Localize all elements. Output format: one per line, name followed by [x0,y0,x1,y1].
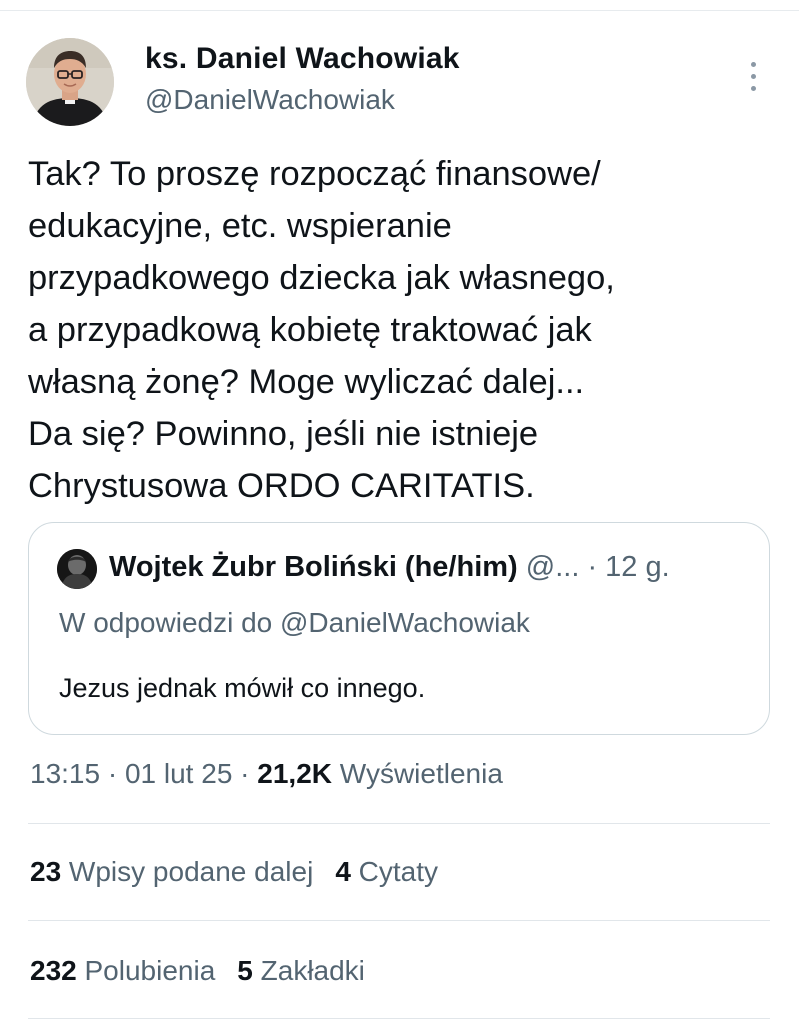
quoted-author-name[interactable]: Wojtek Żubr Boliński (he/him) [109,551,518,583]
likes-stat[interactable]: 232 Polubienia [30,955,215,987]
bookmarks-count: 5 [237,955,253,986]
tweet-text-line: a przypadkową kobietę traktować jak [28,311,592,349]
quoted-tweet-card[interactable]: Wojtek Żubr Boliński (he/him) @... · 12 … [28,522,770,735]
reposts-stat[interactable]: 23 Wpisy podane dalej [30,856,313,888]
tweet-text-line: Tak? To proszę rozpocząć finansowe/ [28,155,601,193]
author-avatar[interactable] [26,38,114,126]
tweet-text-line: własną żonę? Moge wyliczać dalej... [28,363,585,401]
views-count: 21,2K [257,758,332,789]
divider [28,823,770,824]
meta-separator: · [232,758,258,789]
author-name[interactable]: ks. Daniel Wachowiak [145,42,460,76]
quoted-reply-to: W odpowiedzi do @DanielWachowiak [59,607,530,638]
quoted-tweet-text: Jezus jednak mówił co innego. [59,673,426,703]
more-vertical-icon[interactable] [738,54,768,98]
bookmarks-stat[interactable]: 5 Zakładki [237,955,365,987]
quoted-tweet-header: Wojtek Żubr Boliński (he/him) @... · 12 … [109,551,670,584]
quotes-stat[interactable]: 4 Cytaty [335,856,438,888]
tweet-meta-row: 13:15 · 01 lut 25 · 21,2K Wyświetlenia [30,758,503,790]
tweet-time[interactable]: 13:15 [30,758,100,789]
views-label: Wyświetlenia [332,758,503,789]
tweet-text-line: edukacyjne, etc. wspieranie [28,207,452,245]
bookmarks-label: Zakładki [252,955,365,986]
quoted-tweet-meta: @... · 12 g. [517,551,670,583]
meta-separator: · [100,758,125,789]
stats-row-likes-bookmarks: 232 Polubienia 5 Zakładki [30,955,387,987]
likes-label: Polubienia [76,955,216,986]
divider [28,920,770,921]
author-avatar-image [26,38,114,126]
quotes-label: Cytaty [350,856,439,887]
divider [28,1018,770,1019]
tweet-text-line: Da się? Powinno, jeśli nie istnieje [28,415,539,453]
stats-row-reposts-quotes: 23 Wpisy podane dalej 4 Cytaty [30,856,460,888]
reposts-label: Wpisy podane dalej [61,856,314,887]
tweet-text: Tak? To proszę rozpocząć finansowe/ eduk… [28,148,768,512]
tweet-text-line: przypadkowego dziecka jak własnego, [28,259,615,297]
tweet-date[interactable]: 01 lut 25 [125,758,232,789]
quoted-author-avatar-image [57,549,97,589]
top-divider [0,10,799,11]
likes-count: 232 [30,955,77,986]
author-handle[interactable]: @DanielWachowiak [145,84,395,116]
quoted-author-avatar[interactable] [57,549,97,589]
quotes-count: 4 [335,856,351,887]
tweet-text-line: Chrystusowa ORDO CARITATIS. [28,467,535,505]
reposts-count: 23 [30,856,62,887]
